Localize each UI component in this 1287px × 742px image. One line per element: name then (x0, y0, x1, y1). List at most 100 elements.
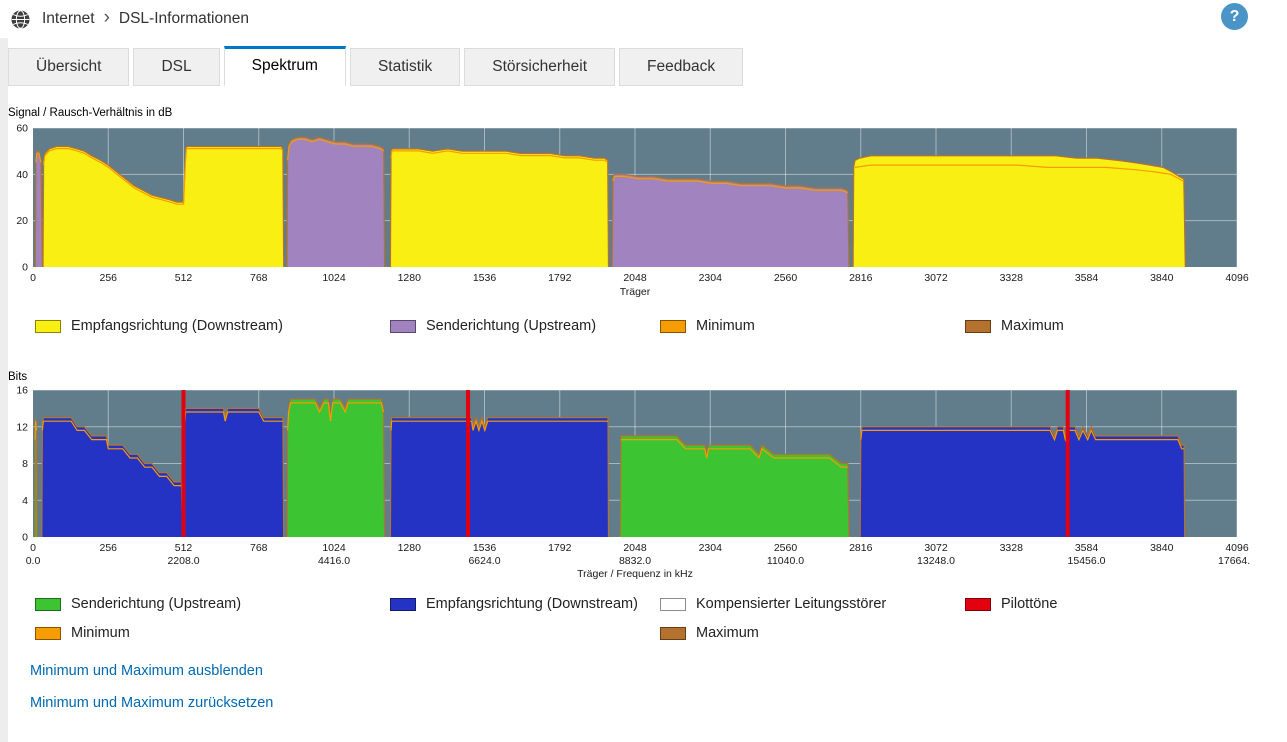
x-tick-label: 3328 (1000, 542, 1024, 554)
x-tick-label: 2048 (623, 272, 647, 284)
x-tick-label: 3840 (1150, 542, 1174, 554)
x-tick-label: 1280 (398, 272, 422, 284)
legend-label: Pilottöne (1001, 596, 1058, 612)
noise-chip-chip (660, 597, 686, 611)
x-tick-label: 1536 (473, 272, 497, 284)
downstream-bits-chip (390, 597, 416, 611)
pilot-tone-marker (1065, 390, 1070, 537)
x-tick-frequency-label: 8832.0 (619, 555, 651, 567)
x-tick-label: 3072 (924, 272, 948, 284)
series-upstream-bits (287, 399, 385, 537)
legend-label: Empfangsrichtung (Downstream) (71, 318, 283, 334)
dsl-spectrum-page: Internet › DSL-Informationen ? Übersicht… (0, 0, 1287, 742)
upstream-bits-chip (35, 597, 61, 611)
legend-empfangsrichtung-downstream: Empfangsrichtung (Downstream) (35, 318, 390, 334)
legend-label: Senderichtung (Upstream) (71, 596, 242, 612)
x-tick-label: 1280 (398, 542, 422, 554)
bits-chart-title: Bits (8, 371, 28, 383)
y-tick-label: 16 (16, 385, 28, 397)
x-tick-label: 3584 (1075, 272, 1099, 284)
x-tick-label: 1024 (322, 272, 346, 284)
series-downstream-snr (853, 155, 1186, 267)
x-tick-label: 512 (175, 542, 193, 554)
pilot-chip (965, 597, 991, 611)
x-tick-frequency-label: 11040.0 (767, 555, 804, 567)
series-upstream-snr (287, 137, 385, 267)
legend-senderichtung-upstream: Senderichtung (Upstream) (390, 318, 660, 334)
x-tick-label: 3584 (1075, 542, 1099, 554)
tab-statistik[interactable]: Statistik (349, 48, 461, 86)
tab-spektrum[interactable]: Spektrum (223, 46, 346, 86)
y-tick-label: 0 (22, 532, 28, 544)
y-tick-label: 12 (16, 421, 28, 433)
x-tick-label: 2560 (774, 542, 798, 554)
breadcrumb: Internet › DSL-Informationen (42, 7, 249, 28)
y-tick-label: 0 (22, 262, 28, 274)
x-tick-label: 1024 (322, 542, 346, 554)
upstream-snr-chip (390, 319, 416, 333)
y-tick-label: 4 (22, 495, 28, 507)
legend-senderichtung-upstream: Senderichtung (Upstream) (35, 596, 390, 612)
header: Internet › DSL-Informationen ? (0, 0, 1287, 38)
x-tick-label: 0 (30, 272, 36, 284)
tab-störsicherheit[interactable]: Störsicherheit (464, 48, 615, 86)
hide-minmax-link[interactable]: Minimum und Maximum ausblenden (30, 663, 263, 679)
x-tick-label: 256 (99, 542, 117, 554)
x-tick-label: 4096 (1225, 542, 1249, 554)
legend-empfangsrichtung-downstream: Empfangsrichtung (Downstream) (390, 596, 660, 612)
y-tick-label: 60 (16, 123, 28, 135)
legend-label: Senderichtung (Upstream) (426, 318, 597, 334)
legend-label: Empfangsrichtung (Downstream) (426, 596, 638, 612)
internet-globe-icon (11, 9, 30, 29)
pilot-tone-marker (466, 390, 471, 537)
bits-legend: Senderichtung (Upstream) Empfangsrichtung… (0, 596, 1250, 641)
breadcrumb-internet[interactable]: Internet (42, 10, 95, 28)
series-downstream-snr (390, 148, 609, 267)
x-tick-label: 2304 (699, 542, 723, 554)
tab-feedback[interactable]: Feedback (619, 48, 744, 86)
bits-chart: 0 4 8 12 16 0 256 512 768 1024 1280 1536 1792 2048 230… (16, 385, 1250, 581)
tab-dsl[interactable]: DSL (133, 48, 220, 86)
help-button[interactable]: ? (1221, 3, 1248, 30)
x-axis-label: Träger / Frequenz in kHz (577, 568, 693, 580)
x-tick-frequency-label: 13248.0 (917, 555, 955, 567)
x-tick-label: 2304 (699, 272, 723, 284)
legend-label: Minimum (71, 625, 130, 641)
legend-label: Minimum (696, 318, 755, 334)
x-tick-label: 2560 (774, 272, 798, 284)
x-tick-frequency-label: 6624.0 (468, 555, 500, 567)
tab-bar: Übersicht DSL Spektrum Statistik Störsicherh… (8, 46, 744, 86)
x-tick-label: 4096 (1225, 272, 1249, 284)
x-tick-label: 2816 (849, 542, 873, 554)
x-tick-label: 1792 (548, 542, 572, 554)
x-tick-frequency-label: 0.0 (26, 555, 41, 567)
reset-minmax-link[interactable]: Minimum und Maximum zurücksetzen (30, 695, 273, 711)
series-downstream-bits (390, 417, 609, 537)
downstream-snr-chip (35, 319, 61, 333)
x-tick-label: 768 (250, 542, 268, 554)
x-tick-label: 1536 (473, 542, 497, 554)
tab-übersicht[interactable]: Übersicht (8, 48, 130, 86)
pilot-tone-marker (181, 390, 186, 537)
x-tick-label: 768 (250, 272, 268, 284)
legend-maximum: Maximum (660, 625, 965, 641)
x-tick-label: 3840 (1150, 272, 1174, 284)
minimum-chip (35, 626, 61, 640)
x-tick-label: 0 (30, 542, 36, 554)
x-tick-label: 512 (175, 272, 193, 284)
legend-label: Maximum (696, 625, 759, 641)
x-tick-label: 1792 (548, 272, 572, 284)
snr-chart: 0 20 40 60 0 256 512 768 1024 1280 1536 1792 2048 230… (16, 123, 1249, 299)
x-tick-label: 2048 (623, 542, 647, 554)
legend-minimum: Minimum (35, 625, 390, 641)
breadcrumb-current: DSL-Informationen (118, 10, 249, 27)
x-tick-label: 2816 (849, 272, 873, 284)
y-tick-label: 8 (22, 458, 28, 470)
x-tick-frequency-label: 15456.0 (1068, 555, 1106, 567)
legend-kompensierter-leitungsstörer: Kompensierter Leitungsstörer (660, 596, 965, 612)
x-tick-frequency-label: 2208.0 (167, 555, 199, 567)
chevron-right-icon: › (103, 7, 110, 28)
snr-legend: Empfangsrichtung (Downstream) Senderichtu… (0, 318, 1250, 334)
legend-minimum: Minimum (660, 318, 965, 334)
y-tick-label: 40 (16, 169, 28, 181)
